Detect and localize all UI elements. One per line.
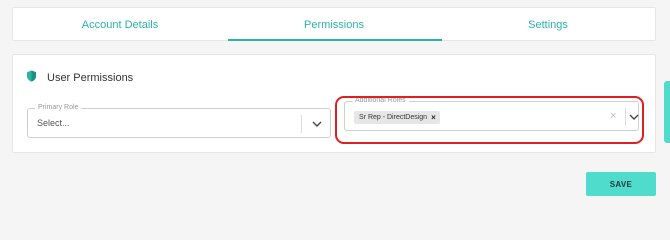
tab-bar: Account Details Permissions Settings	[12, 7, 656, 41]
chevron-down-icon[interactable]	[628, 111, 640, 123]
shield-icon	[26, 69, 37, 87]
user-permissions-card: User Permissions Primary Role Select... …	[12, 54, 656, 153]
section-title: User Permissions	[47, 72, 134, 84]
save-button[interactable]: SAVE	[586, 172, 656, 196]
tab-label: Permissions	[304, 18, 364, 31]
primary-role-label: Primary Role	[35, 103, 82, 113]
remove-chip-icon[interactable]: ×	[431, 113, 436, 122]
divider	[625, 108, 626, 126]
section-header: User Permissions	[26, 70, 133, 86]
additional-roles-select[interactable]: Additional Roles Sr Rep - DirectDesign ×…	[344, 96, 640, 131]
active-tab-indicator	[228, 39, 442, 41]
role-chip: Sr Rep - DirectDesign ×	[354, 111, 440, 124]
additional-roles-label: Additional Roles	[352, 96, 409, 106]
chevron-down-icon[interactable]	[311, 118, 323, 130]
side-panel-handle[interactable]	[664, 81, 670, 143]
tab-label: Account Details	[81, 18, 159, 31]
role-chip-label: Sr Rep - DirectDesign	[359, 114, 428, 121]
tab-label: Settings	[528, 18, 568, 31]
clear-icon[interactable]: ×	[610, 110, 616, 122]
primary-role-select[interactable]: Primary Role Select...	[27, 103, 331, 138]
primary-role-placeholder: Select...	[37, 118, 70, 128]
tab-account-details[interactable]: Account Details	[13, 8, 227, 41]
divider	[301, 115, 302, 133]
tab-permissions[interactable]: Permissions	[227, 8, 441, 41]
tab-settings[interactable]: Settings	[441, 8, 655, 41]
